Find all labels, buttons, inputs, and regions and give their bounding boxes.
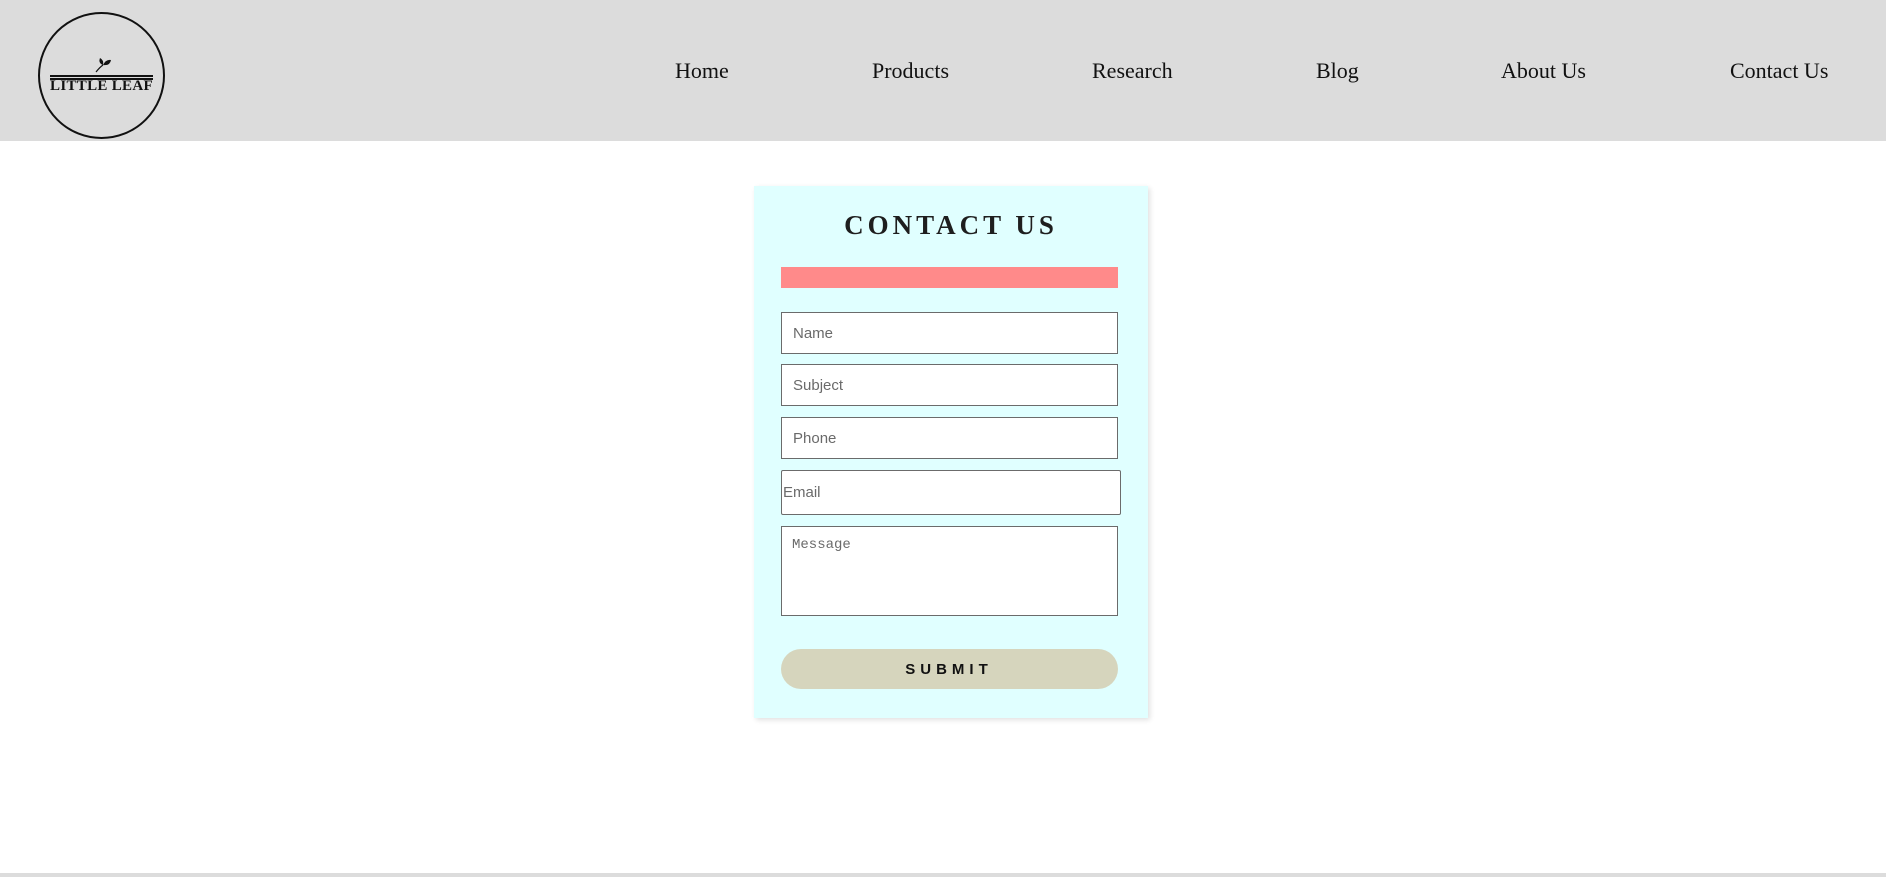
footer-divider [0, 873, 1886, 877]
contact-form-title: CONTACT US [844, 210, 1058, 240]
name-input[interactable] [781, 312, 1118, 354]
site-header: LITTLE LEAF Home Products Research Blog … [0, 0, 1886, 141]
form-alert-bar [781, 267, 1118, 288]
nav-home[interactable]: Home [675, 56, 729, 86]
submit-button[interactable]: SUBMIT [781, 649, 1118, 689]
nav-products[interactable]: Products [872, 56, 949, 86]
nav-blog[interactable]: Blog [1316, 56, 1359, 86]
email-input[interactable] [781, 470, 1121, 515]
nav-about-us[interactable]: About Us [1501, 56, 1586, 86]
phone-input[interactable] [781, 417, 1118, 459]
nav-contact-us[interactable]: Contact Us [1730, 56, 1828, 86]
nav-research[interactable]: Research [1092, 56, 1173, 86]
main-nav: Home Products Research Blog About Us Con… [0, 56, 1886, 86]
subject-input[interactable] [781, 364, 1118, 406]
message-textarea[interactable] [781, 526, 1118, 616]
contact-form-card: CONTACT US SUBMIT [754, 186, 1148, 718]
